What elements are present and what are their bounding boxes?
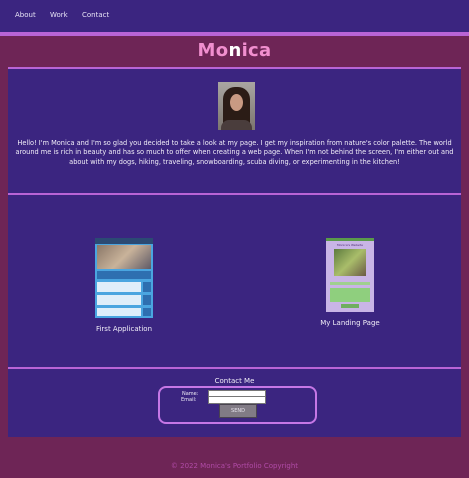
intro-text: Hello! I'm Monica and I'm so glad you de…: [15, 139, 454, 166]
landing-page-caption[interactable]: My Landing Page: [300, 319, 400, 327]
brand-part-1: Mo: [197, 40, 229, 61]
landing-thumb-title: Monica's Website: [337, 243, 363, 247]
brand-part-3: ica: [241, 40, 272, 61]
top-nav: About Work Contact: [0, 0, 469, 32]
email-label: Email:: [181, 397, 197, 403]
nav-contact[interactable]: Contact: [82, 11, 109, 19]
profile-photo: [218, 82, 255, 130]
page-title: Monica: [0, 36, 469, 66]
email-field[interactable]: [208, 396, 266, 404]
contact-heading: Contact Me: [214, 377, 255, 385]
nav-about[interactable]: About: [15, 11, 36, 19]
nav-work[interactable]: Work: [50, 11, 68, 19]
send-button[interactable]: SEND: [219, 404, 257, 418]
landing-page-thumbnail[interactable]: Monica's Website: [326, 238, 374, 312]
first-application-caption[interactable]: First Application: [74, 325, 174, 333]
brand-part-2: n: [228, 40, 242, 61]
work-section: [8, 195, 461, 367]
footer-copyright: © 2022 Monica's Portfolio Copyright: [170, 462, 299, 470]
first-application-thumbnail[interactable]: [95, 238, 153, 318]
